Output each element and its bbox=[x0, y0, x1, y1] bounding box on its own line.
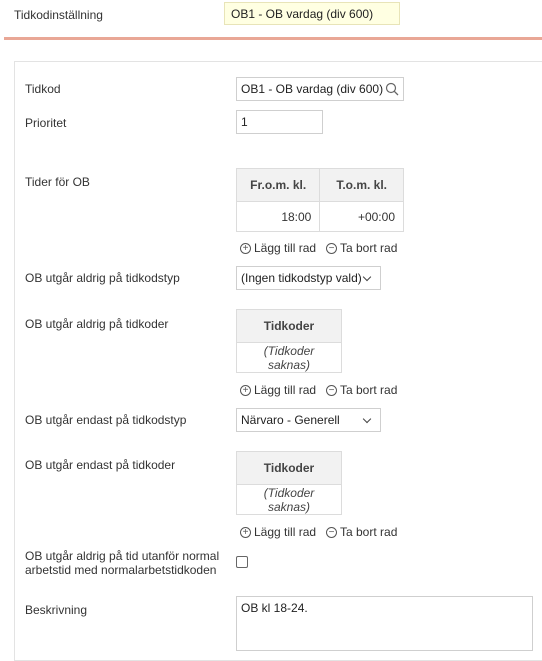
priority-label: Prioritet bbox=[25, 116, 67, 130]
to-cell[interactable]: +00:00 bbox=[319, 201, 404, 232]
only-codes-empty: (Tidkoder saknas) bbox=[236, 484, 342, 515]
never-codes-empty: (Tidkoder saknas) bbox=[236, 342, 342, 373]
never-codes-label: OB utgår aldrig på tidkoder bbox=[25, 317, 169, 331]
chevron-down-icon bbox=[362, 414, 372, 423]
remove-row-label: Ta bort rad bbox=[340, 383, 398, 397]
only-codes-label: OB utgår endast på tidkoder bbox=[25, 458, 176, 472]
timecode-value: OB1 - OB vardag (div 600) bbox=[241, 82, 384, 96]
add-row-button[interactable]: + Lägg till rad bbox=[240, 241, 316, 255]
add-row-label: Lägg till rad bbox=[254, 241, 317, 255]
chevron-down-icon bbox=[362, 272, 372, 281]
add-row-label: Lägg till rad bbox=[254, 525, 317, 539]
search-icon[interactable] bbox=[385, 82, 399, 96]
minus-circle-icon: − bbox=[326, 242, 337, 254]
remove-row-label: Ta bort rad bbox=[340, 241, 398, 255]
plus-circle-icon: + bbox=[240, 526, 251, 538]
timecode-input[interactable]: OB1 - OB vardag (div 600) bbox=[236, 77, 404, 101]
description-textarea[interactable]: OB kl 18-24. bbox=[236, 596, 533, 651]
plus-circle-icon: + bbox=[240, 242, 251, 254]
never-type-label: OB utgår aldrig på tidkodstyp bbox=[25, 271, 180, 285]
never-type-select[interactable]: (Ingen tidkodstyp vald) bbox=[236, 266, 381, 290]
remove-row-button[interactable]: − Ta bort rad bbox=[326, 525, 397, 539]
only-codes-table: Tidkoder (Tidkoder saknas) bbox=[236, 451, 342, 515]
only-codes-header: Tidkoder bbox=[236, 451, 342, 485]
minus-circle-icon: − bbox=[326, 384, 337, 396]
from-cell[interactable]: 18:00 bbox=[235, 201, 321, 232]
only-type-select[interactable]: Närvaro - Generell bbox=[236, 408, 381, 432]
outside-label: OB utgår aldrig på tid utanför normal ar… bbox=[25, 549, 219, 577]
only-type-value: Närvaro - Generell bbox=[241, 413, 340, 427]
priority-input[interactable]: 1 bbox=[236, 110, 323, 134]
remove-row-label: Ta bort rad bbox=[340, 525, 398, 539]
setting-label: Tidkodinställning bbox=[14, 8, 103, 22]
times-label: Tider för OB bbox=[25, 175, 90, 189]
never-codes-header: Tidkoder bbox=[236, 309, 342, 343]
only-type-label: OB utgår endast på tidkodstyp bbox=[25, 413, 187, 427]
outside-label-line2: arbetstid med normalarbetstidkoden bbox=[25, 563, 217, 577]
col-from-header: Fr.o.m. kl. bbox=[235, 168, 321, 202]
divider bbox=[4, 37, 542, 40]
add-row-button[interactable]: + Lägg till rad bbox=[240, 383, 316, 397]
table-row[interactable]: 18:00 +00:00 bbox=[235, 201, 404, 232]
never-type-value: (Ingen tidkodstyp vald) bbox=[241, 271, 362, 285]
never-codes-table: Tidkoder (Tidkoder saknas) bbox=[236, 309, 342, 373]
plus-circle-icon: + bbox=[240, 384, 251, 396]
add-row-label: Lägg till rad bbox=[254, 383, 317, 397]
minus-circle-icon: − bbox=[326, 526, 337, 538]
outside-checkbox[interactable] bbox=[236, 556, 248, 568]
outside-label-line1: OB utgår aldrig på tid utanför normal bbox=[25, 549, 220, 563]
timecode-label: Tidkod bbox=[25, 82, 61, 96]
setting-value[interactable]: OB1 - OB vardag (div 600) bbox=[224, 2, 400, 25]
description-label: Beskrivning bbox=[25, 603, 88, 617]
add-row-button[interactable]: + Lägg till rad bbox=[240, 525, 316, 539]
times-table: Fr.o.m. kl. T.o.m. kl. 18:00 +00:00 bbox=[235, 168, 404, 232]
remove-row-button[interactable]: − Ta bort rad bbox=[326, 383, 397, 397]
col-to-header: T.o.m. kl. bbox=[319, 168, 404, 202]
remove-row-button[interactable]: − Ta bort rad bbox=[326, 241, 397, 255]
